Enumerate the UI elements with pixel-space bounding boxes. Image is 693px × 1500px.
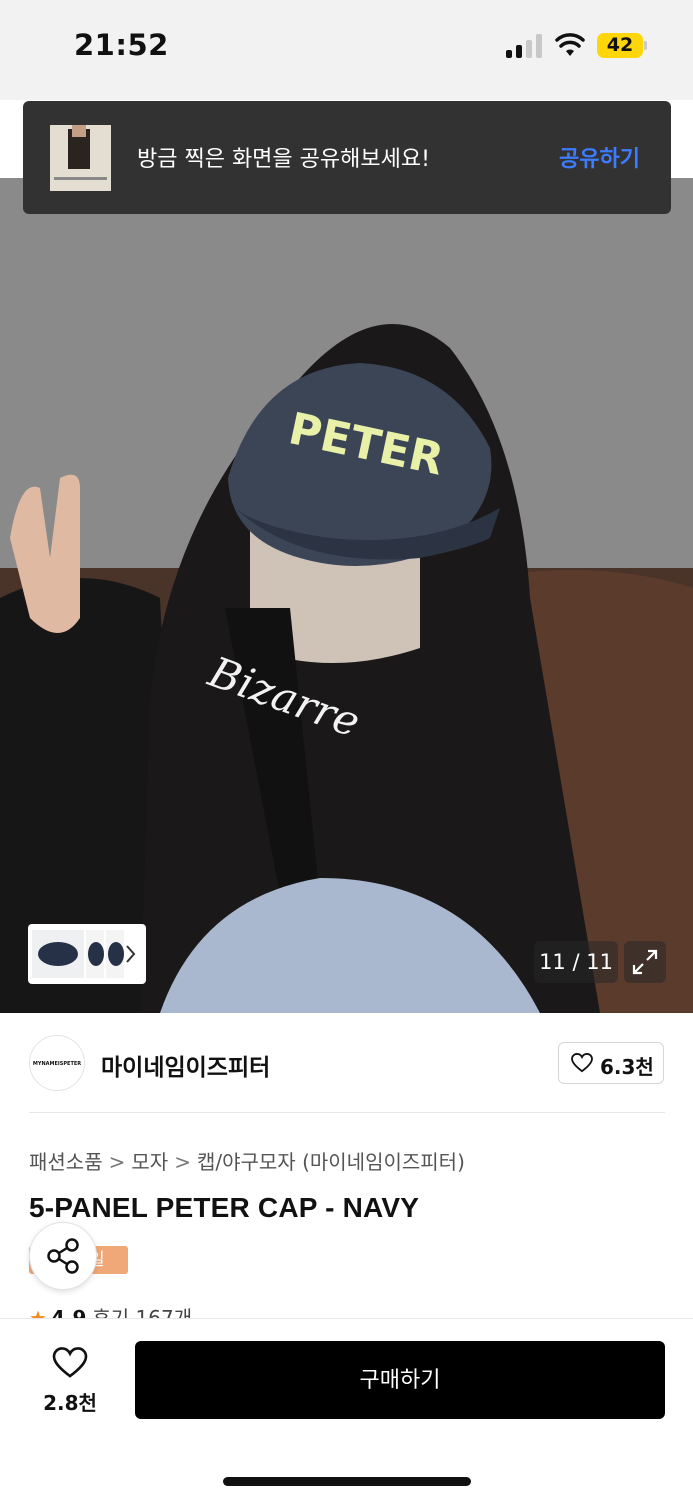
wishlist-button[interactable]: 2.8천 [30, 1347, 110, 1417]
brand-like-count: 6.3천 [600, 1055, 654, 1079]
star-icon: ★ [29, 1306, 47, 1318]
breadcrumb-item-hats[interactable]: 모자 [131, 1150, 168, 1174]
screenshot-thumbnail[interactable] [50, 125, 111, 191]
expand-icon[interactable] [624, 941, 666, 983]
heart-icon [571, 1053, 593, 1073]
status-time: 21:52 [74, 28, 169, 62]
toast-message: 방금 찍은 화면을 공유해보세요! [137, 147, 430, 172]
bottom-action-bar: 2.8천 구매하기 [0, 1318, 693, 1500]
chevron-right-icon [126, 945, 136, 963]
breadcrumb-brand[interactable]: (마이네임이즈피터) [302, 1150, 465, 1174]
breadcrumb: 패션소품 > 모자 > 캡/야구모자 (마이네임이즈피터) [29, 1146, 465, 1175]
chevron-right-icon: > [108, 1150, 126, 1174]
divider [29, 1112, 665, 1113]
thumbnail-strip[interactable] [28, 924, 146, 984]
product-photo[interactable]: PETER Bizarre [0, 178, 693, 1013]
rating-row[interactable]: ★ 4.9 후기 167개 [29, 1302, 192, 1318]
share-icon [47, 1238, 79, 1274]
thumbnail-images [32, 930, 136, 978]
review-count: 후기 167개 [92, 1306, 193, 1318]
wifi-icon [555, 33, 585, 56]
brand-like-button[interactable]: 6.3천 [558, 1042, 664, 1084]
battery-icon: 42 [597, 33, 643, 58]
share-button[interactable] [29, 1222, 97, 1290]
home-indicator[interactable] [223, 1477, 471, 1486]
share-toast: 방금 찍은 화면을 공유해보세요! 공유하기 [23, 101, 671, 214]
heart-icon [52, 1347, 88, 1378]
image-counter: 11 / 11 [534, 941, 618, 983]
breadcrumb-item-caps[interactable]: 캡/야구모자 [197, 1150, 296, 1174]
brand-name[interactable]: 마이네임이즈피터 [101, 1048, 270, 1082]
buy-button[interactable]: 구매하기 [135, 1341, 665, 1419]
chevron-right-icon: > [174, 1150, 191, 1174]
share-action-button[interactable]: 공유하기 [559, 141, 640, 173]
product-photo-illustration: PETER Bizarre [0, 178, 693, 1013]
product-title: 5-PANEL PETER CAP - NAVY [29, 1192, 420, 1223]
battery-cap [644, 41, 647, 50]
brand-logo[interactable]: MYNAMEISPETER [29, 1035, 85, 1091]
breadcrumb-item-fashion-accessories[interactable]: 패션소품 [29, 1150, 103, 1174]
wishlist-count: 2.8천 [43, 1391, 97, 1415]
signal-icon [506, 34, 542, 58]
status-bar: 21:52 42 [0, 0, 693, 100]
rating-score: 4.9 [50, 1306, 87, 1318]
